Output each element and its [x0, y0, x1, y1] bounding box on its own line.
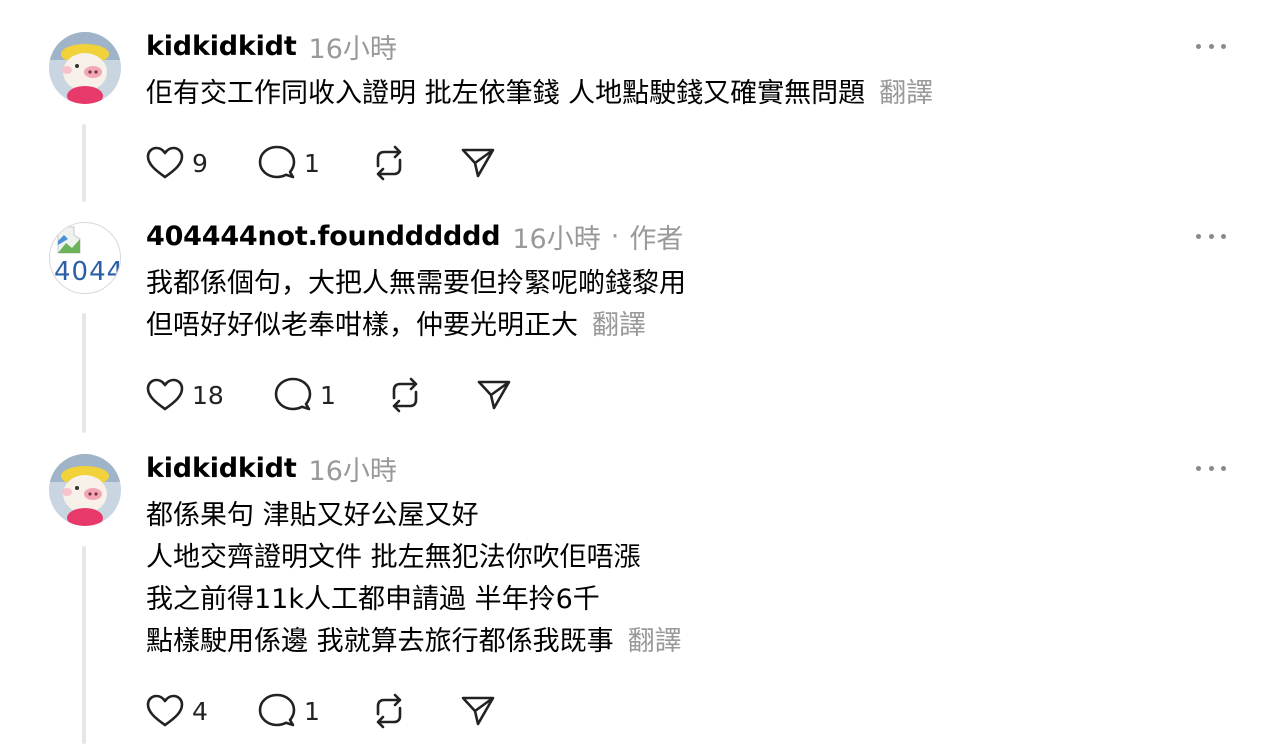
repost-button[interactable] — [370, 691, 408, 731]
heart-icon — [146, 146, 184, 179]
post-line: 我之前得11k人工都申請過 半年拎6千 — [146, 584, 600, 615]
like-button[interactable]: 9 — [146, 143, 208, 183]
share-button[interactable] — [460, 691, 496, 731]
pig-avatar-icon — [49, 32, 121, 104]
like-count: 9 — [192, 148, 208, 178]
post-text: 都係果句 津貼又好公屋又好 人地交齊證明文件 批左無犯法你吹佢唔漲 我之前得11… — [146, 495, 682, 663]
repost-icon — [376, 145, 402, 181]
translate-button[interactable]: 翻譯 — [879, 78, 933, 109]
like-count: 18 — [192, 380, 224, 410]
post-line: 人地交齊證明文件 批左無犯法你吹佢唔漲 — [146, 542, 641, 573]
meta-separator: · — [610, 220, 620, 252]
heart-icon — [146, 694, 184, 727]
repost-button[interactable] — [370, 143, 408, 183]
repost-icon — [376, 693, 402, 729]
send-icon — [477, 380, 511, 410]
more-options-icon[interactable] — [1196, 231, 1226, 241]
avatar[interactable] — [49, 454, 121, 526]
username[interactable]: 404444not.foundddddd — [146, 221, 501, 252]
like-count: 4 — [192, 696, 208, 726]
share-button[interactable] — [476, 375, 512, 415]
avatar-alt-text: 4044 — [54, 257, 121, 287]
thread-line — [82, 546, 86, 744]
heart-icon — [146, 378, 184, 411]
repost-icon — [392, 377, 418, 413]
author-badge: 作者 — [629, 223, 684, 255]
comment-icon — [258, 693, 296, 727]
translate-button[interactable]: 翻譯 — [628, 626, 682, 657]
more-options-icon[interactable] — [1196, 41, 1226, 51]
thread-line — [82, 313, 86, 433]
like-button[interactable]: 18 — [146, 375, 224, 415]
username[interactable]: kidkidkidt — [146, 453, 297, 484]
username[interactable]: kidkidkidt — [146, 31, 297, 62]
more-options-icon[interactable] — [1196, 463, 1226, 473]
timestamp: 16小時 — [512, 223, 601, 255]
avatar[interactable]: 4044 — [49, 222, 121, 294]
post-header: kidkidkidt 16小時 — [146, 452, 397, 487]
post-header: 404444not.foundddddd 16小時 · 作者 — [146, 220, 683, 255]
post-text: 我都係個句，大把人無需要但拎緊呢啲錢黎用 但唔好好似老奉咁樣，仲要光明正大 翻譯 — [146, 263, 686, 347]
timestamp: 16小時 — [308, 455, 397, 487]
post-line: 點樣駛用係邊 我就算去旅行都係我既事 — [146, 626, 614, 657]
reply-count: 1 — [304, 148, 320, 178]
reply-button[interactable]: 1 — [274, 375, 336, 415]
send-icon — [461, 148, 495, 178]
post-header: kidkidkidt 16小時 — [146, 30, 397, 65]
post-line: 佢有交工作同收入證明 批左依筆錢 人地點駛錢又確實無問題 — [146, 78, 866, 109]
post-line: 但唔好好似老奉咁樣，仲要光明正大 — [146, 310, 578, 341]
post-line: 都係果句 津貼又好公屋又好 — [146, 500, 479, 531]
send-icon — [461, 696, 495, 726]
post-line: 我都係個句，大把人無需要但拎緊呢啲錢黎用 — [146, 268, 686, 299]
avatar[interactable] — [49, 32, 121, 104]
pig-avatar-icon — [49, 454, 121, 526]
post-text: 佢有交工作同收入證明 批左依筆錢 人地點駛錢又確實無問題 翻譯 — [146, 73, 933, 115]
reply-button[interactable]: 1 — [258, 143, 320, 183]
reply-count: 1 — [320, 380, 336, 410]
repost-button[interactable] — [386, 375, 424, 415]
comment-icon — [258, 145, 296, 179]
timestamp: 16小時 — [308, 33, 397, 65]
comment-icon — [274, 377, 312, 411]
share-button[interactable] — [460, 143, 496, 183]
reply-button[interactable]: 1 — [258, 691, 320, 731]
reply-count: 1 — [304, 696, 320, 726]
like-button[interactable]: 4 — [146, 691, 208, 731]
thread-line — [82, 124, 86, 202]
translate-button[interactable]: 翻譯 — [592, 310, 646, 341]
